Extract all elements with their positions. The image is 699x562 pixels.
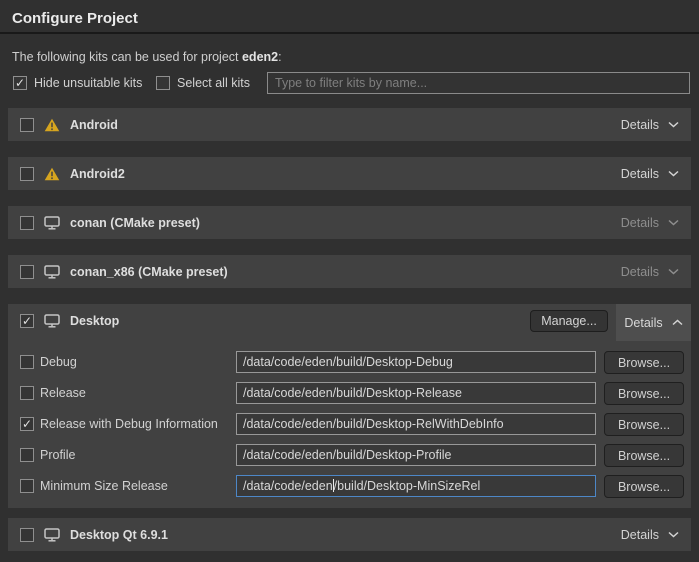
kit-name: Android2 [70, 167, 125, 181]
desktop-monitor-icon [44, 216, 60, 230]
kit-name: Desktop Qt 6.9.1 [70, 528, 168, 542]
config-label: Release [40, 382, 86, 405]
browse-button[interactable]: Browse... [604, 475, 684, 498]
kit-panel-desktop: ✓ Desktop Manage... Details ✓ Debug Brow… [8, 304, 691, 508]
chevron-up-icon [672, 319, 683, 326]
kit-row-android2[interactable]: ✓ Android2 Details [8, 157, 691, 190]
config-checkbox[interactable]: ✓ [20, 386, 34, 400]
build-dir-input[interactable] [236, 413, 596, 435]
browse-button[interactable]: Browse... [604, 382, 684, 405]
chevron-down-icon [668, 219, 679, 226]
select-all-kits-checkbox[interactable]: ✓ Select all kits [156, 76, 250, 90]
browse-button[interactable]: Browse... [604, 444, 684, 467]
kit-checkbox[interactable]: ✓ [20, 167, 34, 181]
manage-button[interactable]: Manage... [530, 310, 608, 332]
browse-button[interactable]: Browse... [604, 413, 684, 436]
kit-row-conan[interactable]: ✓ conan (CMake preset) Details [8, 206, 691, 239]
build-config-row-relwithdebinfo: ✓ Release with Debug Information Browse.… [8, 413, 691, 436]
kit-checkbox[interactable]: ✓ [20, 528, 34, 542]
kit-row-android[interactable]: ✓ Android Details [8, 108, 691, 141]
details-toggle[interactable]: Details [616, 304, 691, 341]
build-dir-input[interactable] [236, 351, 596, 373]
kit-checkbox[interactable]: ✓ [20, 265, 34, 279]
config-checkbox[interactable]: ✓ [20, 479, 34, 493]
warning-icon [44, 167, 60, 181]
details-toggle[interactable]: Details [621, 167, 679, 181]
build-dir-input[interactable] [236, 382, 596, 404]
kit-checkbox[interactable]: ✓ [20, 314, 34, 328]
config-checkbox[interactable]: ✓ [20, 417, 34, 431]
configure-project-page: { "window": { "title": "Configure Projec… [0, 0, 699, 562]
desktop-monitor-icon [44, 528, 60, 542]
intro-text: The following kits can be used for proje… [12, 50, 282, 64]
config-label: Minimum Size Release [40, 475, 168, 498]
select-all-kits-label: Select all kits [177, 76, 250, 90]
config-label: Debug [40, 351, 77, 374]
desktop-monitor-icon [44, 265, 60, 279]
details-toggle[interactable]: Details [621, 265, 679, 279]
kit-row-desktop-qt[interactable]: ✓ Desktop Qt 6.9.1 Details [8, 518, 691, 551]
kit-row-conan-x86[interactable]: ✓ conan_x86 (CMake preset) Details [8, 255, 691, 288]
kit-filter-input[interactable] [267, 72, 690, 94]
hide-unsuitable-kits-checkbox[interactable]: ✓ Hide unsuitable kits [13, 76, 142, 90]
desktop-monitor-icon [44, 314, 60, 328]
build-config-row-minsizerel: ✓ Minimum Size Release /data/code/eden/b… [8, 475, 691, 498]
kit-name: Android [70, 118, 118, 132]
project-name: eden2 [242, 50, 278, 64]
details-toggle[interactable]: Details [621, 118, 679, 132]
checkbox-icon[interactable]: ✓ [156, 76, 170, 90]
page-title: Configure Project [12, 10, 138, 27]
build-config-row-debug: ✓ Debug Browse... [8, 351, 691, 374]
config-label: Release with Debug Information [40, 413, 218, 436]
chevron-down-icon [668, 170, 679, 177]
details-toggle[interactable]: Details [621, 528, 679, 542]
kit-name: Desktop [70, 314, 119, 328]
config-checkbox[interactable]: ✓ [20, 355, 34, 369]
build-config-row-profile: ✓ Profile Browse... [8, 444, 691, 467]
kit-checkbox[interactable]: ✓ [20, 216, 34, 230]
chevron-down-icon [668, 268, 679, 275]
kit-checkbox[interactable]: ✓ [20, 118, 34, 132]
hide-unsuitable-kits-label: Hide unsuitable kits [34, 76, 142, 90]
kit-name: conan (CMake preset) [70, 216, 200, 230]
chevron-down-icon [668, 531, 679, 538]
config-checkbox[interactable]: ✓ [20, 448, 34, 462]
chevron-down-icon [668, 121, 679, 128]
details-toggle[interactable]: Details [621, 216, 679, 230]
config-label: Profile [40, 444, 75, 467]
title-separator [0, 32, 699, 34]
build-dir-input-focused[interactable]: /data/code/eden/build/Desktop-MinSizeRel [236, 475, 596, 497]
build-config-row-release: ✓ Release Browse... [8, 382, 691, 405]
kit-name: conan_x86 (CMake preset) [70, 265, 228, 279]
browse-button[interactable]: Browse... [604, 351, 684, 374]
build-dir-input[interactable] [236, 444, 596, 466]
warning-icon [44, 118, 60, 132]
checkbox-icon[interactable]: ✓ [13, 76, 27, 90]
